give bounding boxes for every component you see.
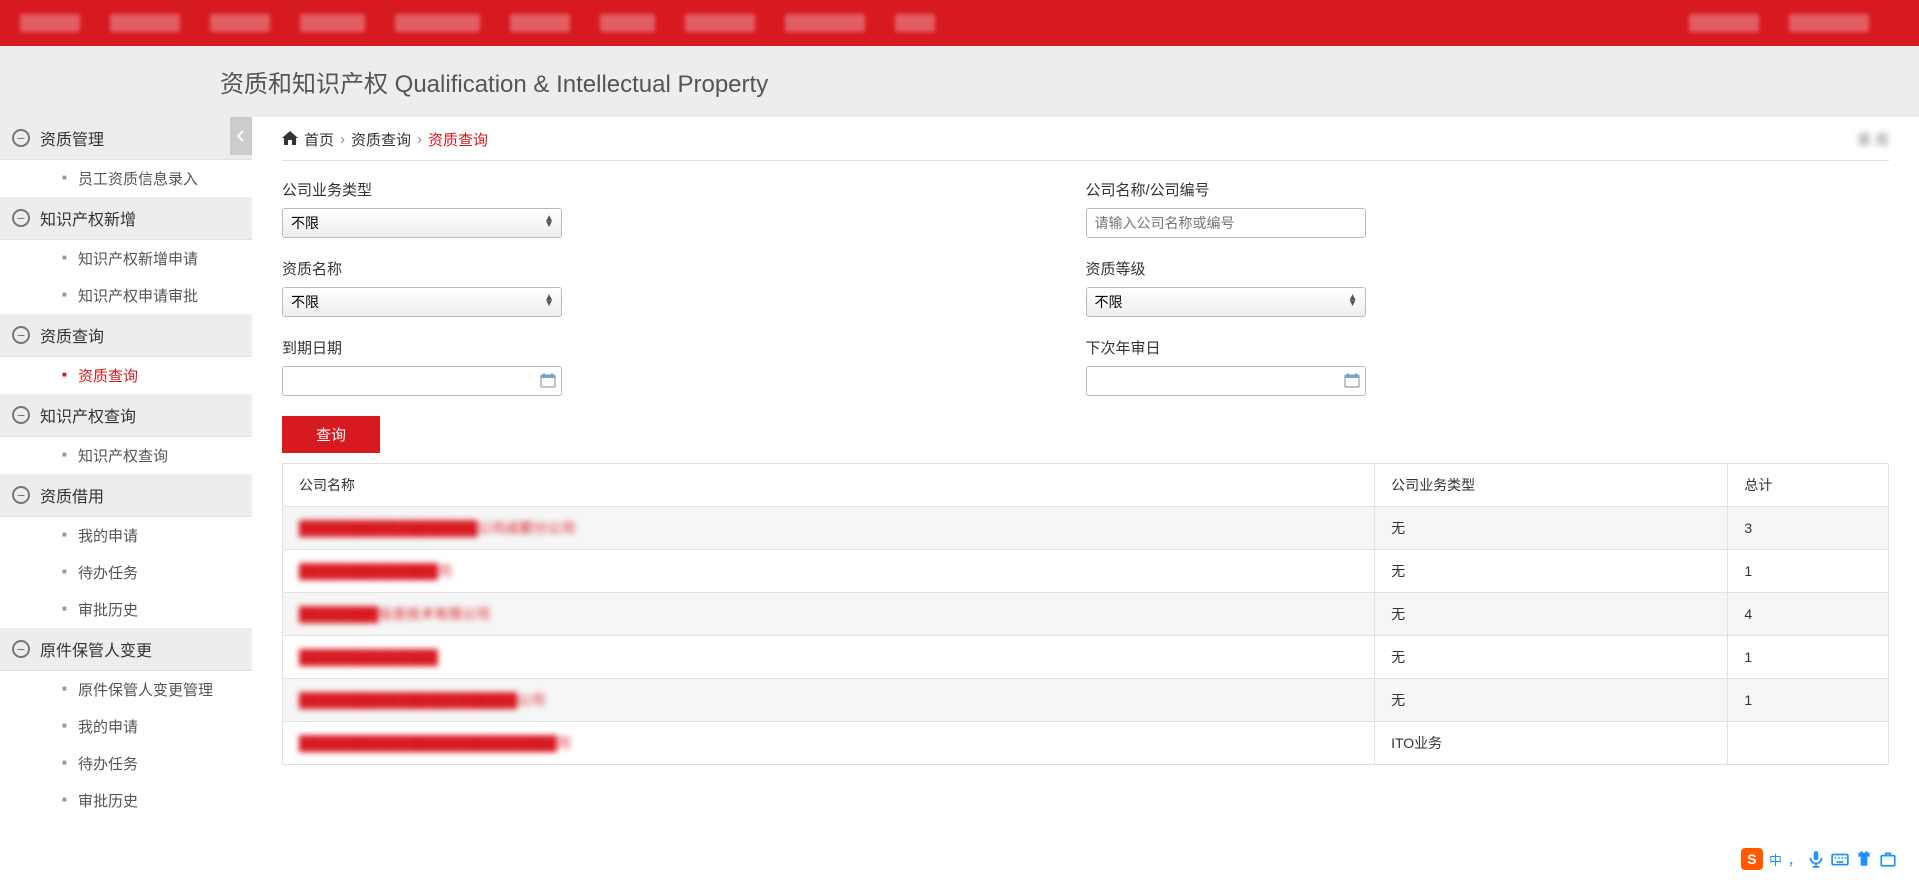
skin-icon[interactable] (1855, 850, 1873, 868)
table-row: ██████████████司 无1 (283, 550, 1889, 593)
breadcrumb: 首页 › 资质查询 › 资质查询 (282, 129, 488, 150)
company-name-link[interactable]: ██████████████████████公司 (299, 690, 545, 710)
qual-name-select[interactable]: 不限 (282, 287, 562, 317)
ime-toolbar: S 中 ， (1741, 848, 1897, 870)
crumb-home[interactable]: 首页 (304, 129, 334, 150)
filter-form: 公司业务类型 不限 ▲▼ 公司名称/公司编号 资质名称 不限 ▲▼ 资质等级 (282, 179, 1889, 416)
sidebar-item[interactable]: 知识产权申请审批 (0, 277, 252, 314)
cell-total: 3 (1728, 507, 1889, 550)
results-table: 公司名称 公司业务类型 总计 ██████████████████公司成都分公司… (282, 463, 1889, 765)
company-name-label: 公司名称/公司编号 (1086, 179, 1890, 200)
keyboard-icon[interactable] (1831, 850, 1849, 868)
sidebar-group-label: 知识产权新增 (40, 206, 136, 230)
chevron-left-icon (235, 130, 247, 142)
crumb-lv2: 资质查询 (428, 129, 488, 150)
sidebar-item[interactable]: 知识产权查询 (0, 437, 252, 474)
table-row: ██████████████ 无1 (283, 636, 1889, 679)
cell-biz: 无 (1375, 507, 1728, 550)
company-name-link[interactable]: ██████████████司 (299, 561, 452, 581)
sidebar-group-label: 知识产权查询 (40, 403, 136, 427)
expire-date-label: 到期日期 (282, 337, 1086, 358)
sidebar-group-header[interactable]: −原件保管人变更 (0, 628, 252, 671)
sidebar-group-label: 资质查询 (40, 323, 104, 347)
table-row: ██████████████████████████司 ITO业务 (283, 722, 1889, 765)
ime-logo-icon[interactable]: S (1741, 848, 1763, 870)
main-content: 首页 › 资质查询 › 资质查询 第 周 公司业务类型 不限 ▲▼ 公司名称/公… (252, 117, 1919, 819)
sidebar-group-label: 资质借用 (40, 483, 104, 507)
table-row: ██████████████████公司成都分公司 无3 (283, 507, 1889, 550)
qual-name-label: 资质名称 (282, 258, 1086, 279)
minus-circle-icon: − (12, 486, 30, 504)
cell-total: 1 (1728, 679, 1889, 722)
cell-biz: ITO业务 (1375, 722, 1728, 765)
cell-biz: 无 (1375, 593, 1728, 636)
qual-level-select[interactable]: 不限 (1086, 287, 1366, 317)
ime-punct-icon[interactable]: ， (1788, 850, 1801, 869)
sidebar-item[interactable]: 知识产权新增申请 (0, 240, 252, 277)
sidebar-group-label: 原件保管人变更 (40, 637, 152, 661)
sidebar-item[interactable]: 原件保管人变更管理 (0, 671, 252, 708)
next-review-label: 下次年审日 (1086, 337, 1890, 358)
minus-circle-icon: − (12, 406, 30, 424)
sidebar-group-header[interactable]: −资质管理 (0, 117, 252, 160)
cell-total (1728, 722, 1889, 765)
sidebar-group-header[interactable]: −知识产权新增 (0, 197, 252, 240)
sidebar-group-header[interactable]: −资质查询 (0, 314, 252, 357)
sidebar-item[interactable]: 我的申请 (0, 708, 252, 745)
home-icon (282, 131, 298, 149)
expire-date-input[interactable] (282, 366, 562, 396)
toolbox-icon[interactable] (1879, 850, 1897, 868)
top-nav-bar (0, 0, 1919, 46)
breadcrumb-separator: › (417, 131, 422, 148)
sidebar-item[interactable]: 审批历史 (0, 782, 252, 819)
col-company: 公司名称 (283, 464, 1375, 507)
sidebar-item[interactable]: 我的申请 (0, 517, 252, 554)
sidebar-group-header[interactable]: −资质借用 (0, 474, 252, 517)
company-name-link[interactable]: ██████████████████公司成都分公司 (299, 518, 576, 538)
sidebar-item[interactable]: 审批历史 (0, 591, 252, 628)
sidebar-item[interactable]: 待办任务 (0, 554, 252, 591)
ime-lang[interactable]: 中 (1769, 850, 1782, 869)
cell-total: 1 (1728, 636, 1889, 679)
crumb-lv1[interactable]: 资质查询 (351, 129, 411, 150)
company-name-link[interactable]: ██████████████████████████司 (299, 733, 571, 753)
breadcrumb-right-info: 第 周 (1857, 130, 1889, 150)
sidebar-collapse-handle[interactable] (230, 117, 252, 155)
sidebar-item[interactable]: 资质查询 (0, 357, 252, 394)
business-type-label: 公司业务类型 (282, 179, 1086, 200)
cell-biz: 无 (1375, 550, 1728, 593)
sidebar-item[interactable]: 员工资质信息录入 (0, 160, 252, 197)
cell-biz: 无 (1375, 636, 1728, 679)
cell-total: 4 (1728, 593, 1889, 636)
cell-biz: 无 (1375, 679, 1728, 722)
table-row: ████████信息技术有限公司 无4 (283, 593, 1889, 636)
sidebar: −资质管理员工资质信息录入−知识产权新增知识产权新增申请知识产权申请审批−资质查… (0, 117, 252, 819)
cell-total: 1 (1728, 550, 1889, 593)
page-title: 资质和知识产权 Qualification & Intellectual Pro… (0, 46, 1919, 117)
col-total: 总计 (1728, 464, 1889, 507)
col-biz: 公司业务类型 (1375, 464, 1728, 507)
table-row: ██████████████████████公司 无1 (283, 679, 1889, 722)
company-name-link[interactable]: ██████████████ (299, 649, 438, 665)
qual-level-label: 资质等级 (1086, 258, 1890, 279)
sidebar-group-label: 资质管理 (40, 126, 104, 150)
minus-circle-icon: − (12, 129, 30, 147)
breadcrumb-separator: › (340, 131, 345, 148)
next-review-input[interactable] (1086, 366, 1366, 396)
minus-circle-icon: − (12, 640, 30, 658)
minus-circle-icon: − (12, 209, 30, 227)
microphone-icon[interactable] (1807, 850, 1825, 868)
company-name-link[interactable]: ████████信息技术有限公司 (299, 604, 490, 624)
sidebar-item[interactable]: 待办任务 (0, 745, 252, 782)
company-name-input[interactable] (1086, 208, 1366, 238)
query-button[interactable]: 查询 (282, 416, 380, 453)
minus-circle-icon: − (12, 326, 30, 344)
business-type-select[interactable]: 不限 (282, 208, 562, 238)
sidebar-group-header[interactable]: −知识产权查询 (0, 394, 252, 437)
